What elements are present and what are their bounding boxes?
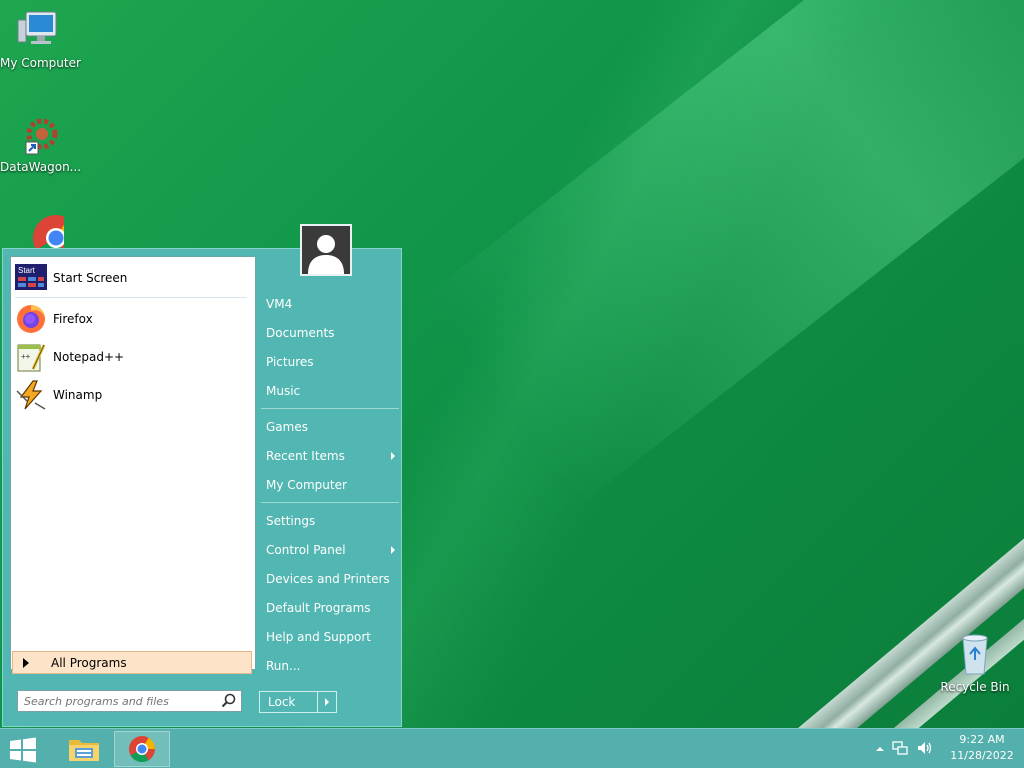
divider [261, 502, 399, 503]
user-icon [308, 235, 344, 274]
divider [15, 297, 247, 298]
volume-icon[interactable] [916, 740, 934, 759]
firefox-icon [15, 303, 47, 335]
power-options-arrow[interactable] [317, 692, 336, 712]
divider [261, 408, 399, 409]
taskbar-file-explorer[interactable] [56, 731, 112, 767]
system-tray [876, 737, 934, 761]
taskbar-chrome[interactable] [114, 731, 170, 767]
clock[interactable]: 9:22 AM 11/28/2022 [944, 732, 1020, 764]
desktop-icon-my-computer[interactable]: My Computer [0, 8, 81, 70]
menu-item-control-panel[interactable]: Control Panel [261, 535, 401, 564]
menu-item-label: VM4 [266, 296, 293, 311]
wallpaper-sheen [420, 0, 1024, 505]
datawagon-icon [16, 112, 64, 158]
svg-text:Start: Start [18, 266, 36, 275]
program-label: Winamp [53, 388, 103, 402]
menu-item-label: Documents [266, 325, 335, 340]
start-menu: Start Start Screen Firefox ++ Notepad++ … [2, 248, 402, 727]
program-label: Notepad++ [53, 350, 125, 364]
menu-item-run[interactable]: Run... [261, 651, 401, 680]
start-screen-icon: Start [15, 262, 47, 294]
all-programs-button[interactable]: All Programs [12, 651, 252, 674]
network-icon[interactable] [892, 740, 908, 759]
menu-item-documents[interactable]: Documents [261, 318, 401, 347]
menu-item-label: Run... [266, 658, 301, 673]
menu-item-label: Recent Items [266, 448, 345, 463]
search-icon[interactable] [220, 692, 238, 710]
search-box [17, 690, 242, 712]
windows-logo-icon [10, 737, 36, 763]
show-hidden-icons[interactable] [876, 742, 884, 756]
clock-date: 11/28/2022 [950, 749, 1014, 762]
recycle-bin-icon [951, 632, 999, 678]
chevron-right-icon [325, 698, 329, 706]
desktop-icon-datawagon[interactable]: DataWagon... [0, 112, 82, 174]
program-label: Firefox [53, 312, 93, 326]
program-label: Start Screen [53, 271, 128, 285]
menu-item-devices-printers[interactable]: Devices and Printers [261, 564, 401, 593]
notepadpp-icon: ++ [15, 341, 47, 373]
menu-item-label: Default Programs [266, 600, 371, 615]
program-winamp[interactable]: Winamp [15, 377, 249, 413]
file-explorer-icon [69, 740, 99, 761]
menu-item-pictures[interactable]: Pictures [261, 347, 401, 376]
taskbar: 9:22 AM 11/28/2022 [0, 728, 1024, 768]
submenu-arrow-icon [391, 545, 395, 554]
desktop-icon-label: My Computer [0, 56, 81, 70]
start-button[interactable] [8, 737, 38, 763]
clock-time: 9:22 AM [959, 733, 1005, 746]
winamp-icon [15, 379, 47, 411]
menu-item-label: Control Panel [266, 542, 346, 557]
program-firefox[interactable]: Firefox [15, 301, 249, 337]
menu-item-help-support[interactable]: Help and Support [261, 622, 401, 651]
lock-button-group: Lock [259, 691, 337, 713]
menu-item-music[interactable]: Music [261, 376, 401, 405]
menu-item-label: Devices and Printers [266, 571, 390, 586]
computer-icon [16, 8, 64, 54]
desktop-icon-label: Recycle Bin [940, 680, 1010, 694]
menu-item-games[interactable]: Games [261, 412, 401, 441]
all-programs-label: All Programs [51, 655, 127, 670]
submenu-arrow-icon [391, 451, 395, 460]
lock-label: Lock [268, 695, 296, 709]
desktop-icon-label: DataWagon... [0, 160, 82, 174]
menu-item-recent-items[interactable]: Recent Items [261, 441, 401, 470]
menu-item-label: Games [266, 419, 308, 434]
menu-item-settings[interactable]: Settings [261, 506, 401, 535]
menu-item-vm4[interactable]: VM4 [261, 289, 401, 318]
places-list: VM4 Documents Pictures Music Games Recen… [261, 289, 401, 680]
programs-pane: Start Start Screen Firefox ++ Notepad++ … [10, 256, 256, 670]
menu-item-label: My Computer [266, 477, 347, 492]
search-input[interactable] [18, 693, 220, 709]
lock-button[interactable]: Lock [260, 692, 317, 712]
svg-text:++: ++ [21, 352, 31, 361]
menu-item-label: Settings [266, 513, 316, 528]
desktop-icon-recycle-bin[interactable]: Recycle Bin [935, 632, 1015, 694]
menu-item-default-programs[interactable]: Default Programs [261, 593, 401, 622]
menu-item-my-computer[interactable]: My Computer [261, 470, 401, 499]
program-start-screen[interactable]: Start Start Screen [15, 260, 249, 296]
menu-item-label: Help and Support [266, 629, 371, 644]
menu-item-label: Music [266, 383, 301, 398]
program-notepadpp[interactable]: ++ Notepad++ [15, 339, 249, 375]
chrome-icon [129, 736, 156, 763]
user-avatar[interactable] [300, 224, 352, 276]
menu-item-label: Pictures [266, 354, 314, 369]
expand-arrow-icon [23, 657, 29, 668]
